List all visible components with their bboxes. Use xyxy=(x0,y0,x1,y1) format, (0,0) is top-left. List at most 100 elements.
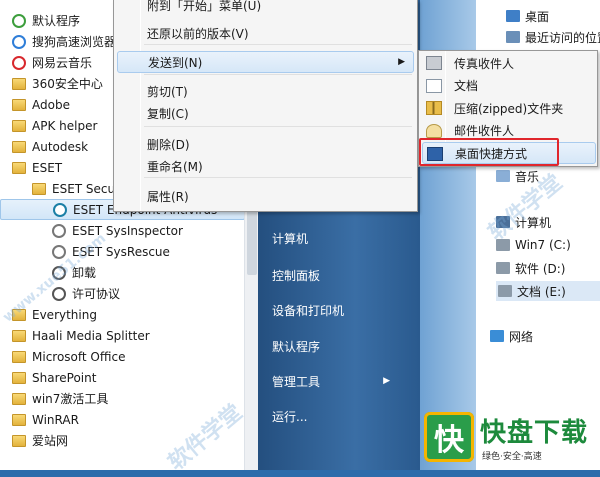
netease-music-icon xyxy=(12,55,26,70)
folder-icon xyxy=(12,434,26,447)
documents-icon xyxy=(426,78,442,93)
fax-icon xyxy=(426,56,442,70)
highlight-annotation-box xyxy=(419,138,559,166)
folder-icon xyxy=(12,161,26,174)
program-item-label: 360安全中心 xyxy=(32,77,103,91)
program-item[interactable]: Microsoft Office xyxy=(0,346,245,367)
start-menu-link-label: 运行... xyxy=(272,409,308,424)
program-item-label: 许可协议 xyxy=(72,287,121,301)
zip-folder-icon xyxy=(426,101,442,115)
network-icon xyxy=(490,330,504,342)
program-item[interactable]: SharePoint xyxy=(0,367,245,388)
program-item[interactable]: 卸载 xyxy=(0,262,245,283)
menu-separator xyxy=(144,177,412,178)
logo-tagline: 绿色·安全·高速 xyxy=(480,449,589,462)
desktop-icon xyxy=(506,10,520,22)
menu-separator xyxy=(144,44,412,45)
start-menu-link[interactable]: 设备和打印机 xyxy=(272,300,412,320)
program-item[interactable]: ESET SysInspector xyxy=(0,220,245,241)
menu-separator xyxy=(144,74,412,75)
send-to-item-label: 压缩(zipped)文件夹 xyxy=(454,101,564,116)
context-menu-item-label: 属性(R) xyxy=(147,189,189,204)
context-menu-item[interactable]: 重命名(M) xyxy=(117,155,414,177)
explorer-nav-item-label: 桌面 xyxy=(525,9,550,24)
context-menu-item[interactable]: 还原以前的版本(V) xyxy=(117,22,414,44)
program-item-label: ESET xyxy=(32,160,63,175)
program-item-label: Autodesk xyxy=(32,139,89,154)
explorer-nav-item[interactable]: 文档 (E:) xyxy=(496,281,600,301)
context-menu-item[interactable]: 附到「开始」菜单(U) xyxy=(117,0,414,16)
explorer-nav-item-label: Win7 (C:) xyxy=(515,238,571,252)
start-menu-link[interactable]: 运行... xyxy=(272,406,412,426)
explorer-nav-item-label: 最近访问的位置 xyxy=(525,30,600,45)
send-to-item[interactable]: 压缩(zipped)文件夹 xyxy=(422,97,596,119)
send-to-item[interactable]: 传真收件人 xyxy=(422,52,596,74)
context-menu-item-label: 还原以前的版本(V) xyxy=(147,26,249,41)
program-item[interactable]: Haali Media Splitter xyxy=(0,325,245,346)
program-item-label: Adobe xyxy=(32,97,70,112)
program-item-label: Everything xyxy=(32,307,97,322)
start-menu-link-label: 计算机 xyxy=(272,231,309,246)
program-item-label: Haali Media Splitter xyxy=(32,328,150,343)
context-menu-item[interactable]: 剪切(T) xyxy=(117,80,414,102)
explorer-nav-item[interactable]: 桌面 xyxy=(506,6,549,26)
folder-icon xyxy=(12,98,26,111)
context-menu-item-label: 删除(D) xyxy=(147,137,190,152)
folder-icon xyxy=(12,119,26,132)
program-item-label: ESET Secur xyxy=(52,181,121,196)
context-menu-item[interactable]: 复制(C) xyxy=(117,102,414,124)
explorer-nav-item[interactable]: 网络 xyxy=(490,326,533,346)
sysinspector-icon xyxy=(52,223,66,238)
explorer-nav-item-label: 软件 (D:) xyxy=(515,261,566,276)
logo-name: 快盘下载 xyxy=(480,418,589,448)
program-item-label: Microsoft Office xyxy=(32,349,126,364)
explorer-nav-item-label: 文档 (E:) xyxy=(517,284,566,299)
program-item[interactable]: Everything xyxy=(0,304,245,325)
context-menu-item[interactable]: 删除(D) xyxy=(117,133,414,155)
context-menu-item[interactable]: 属性(R) xyxy=(117,185,414,207)
explorer-nav-item-label: 网络 xyxy=(509,329,534,344)
start-menu-link[interactable]: 管理工具 ▶ xyxy=(272,371,412,391)
program-item-label: 网易云音乐 xyxy=(32,56,93,70)
start-menu-link[interactable]: 默认程序 xyxy=(272,336,412,356)
program-item[interactable]: win7激活工具 xyxy=(0,388,245,409)
context-menu: 附到「开始」菜单(U) 还原以前的版本(V) 发送到(N) ▶ 剪切(T) 复制(C) 删除… xyxy=(113,0,418,212)
sogou-browser-icon xyxy=(12,34,26,49)
default-programs-icon xyxy=(12,13,26,28)
send-to-item[interactable]: 文档 xyxy=(422,75,596,97)
folder-icon xyxy=(32,182,46,195)
start-menu-link[interactable]: 计算机 xyxy=(272,228,412,248)
logo-mark: 快 xyxy=(424,412,474,462)
folder-icon xyxy=(12,140,26,153)
start-menu-link-label: 默认程序 xyxy=(272,339,321,354)
program-item-label: SharePoint xyxy=(32,370,97,385)
program-item-label: win7激活工具 xyxy=(32,392,109,406)
music-icon xyxy=(496,170,510,182)
program-item[interactable]: ESET SysRescue xyxy=(0,241,245,262)
scrollbar-thumb[interactable] xyxy=(247,205,257,275)
explorer-nav-item[interactable]: 软件 (D:) xyxy=(496,258,565,278)
program-item-label: 爱站网 xyxy=(32,434,69,448)
explorer-nav-item[interactable]: 最近访问的位置 xyxy=(506,27,600,47)
start-menu-link-label: 设备和打印机 xyxy=(272,303,345,318)
start-menu-link-label: 控制面板 xyxy=(272,268,321,283)
drive-icon xyxy=(496,262,510,274)
context-menu-item[interactable]: 发送到(N) ▶ xyxy=(117,51,414,73)
program-item-label: WinRAR xyxy=(32,412,79,427)
context-menu-item-label: 附到「开始」菜单(U) xyxy=(147,0,262,13)
send-to-item-label: 文档 xyxy=(454,79,479,93)
start-menu-link[interactable]: 控制面板 xyxy=(272,265,412,285)
folder-icon xyxy=(12,392,26,405)
program-item-label: APK helper xyxy=(32,118,98,133)
mail-icon xyxy=(426,123,442,138)
program-item-label: 默认程序 xyxy=(32,14,81,28)
eset-icon xyxy=(53,202,67,217)
context-menu-item-label: 发送到(N) xyxy=(148,55,203,70)
kuaipan-logo: 快 快盘下载 绿色·安全·高速 xyxy=(424,404,600,470)
sysrescue-icon xyxy=(52,244,66,259)
drive-icon xyxy=(498,285,512,297)
folder-icon xyxy=(12,77,26,90)
submenu-arrow-icon: ▶ xyxy=(398,57,405,67)
context-menu-item-label: 剪切(T) xyxy=(147,84,188,99)
folder-icon xyxy=(12,329,26,342)
